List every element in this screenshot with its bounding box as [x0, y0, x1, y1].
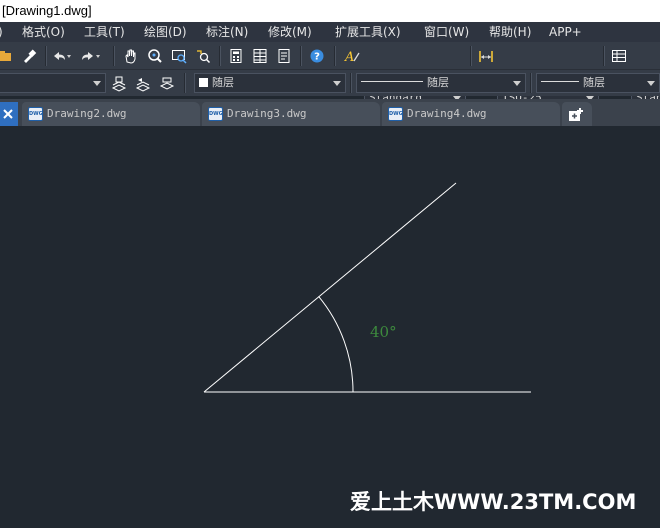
menu-window[interactable]: 窗口(W): [424, 22, 469, 42]
new-tab-button[interactable]: [562, 102, 592, 126]
lineweight-select[interactable]: 随层: [536, 73, 660, 93]
toolbar-separator: [603, 46, 605, 66]
watermark-text: 爱上土木WWW.23TM.COM: [350, 490, 637, 514]
tab-label: Drawing3.dwg: [227, 107, 307, 120]
menu-draw[interactable]: 绘图(D): [144, 22, 187, 42]
menu-help[interactable]: 帮助(H): [489, 22, 531, 42]
tab-drawing4[interactable]: DWG Drawing4.dwg: [382, 102, 560, 126]
dwg-file-icon: DWG: [208, 107, 223, 121]
file-tab-bar: DWG Drawing2.dwg DWG Drawing3.dwg DWG Dr…: [0, 99, 660, 126]
drawing-canvas[interactable]: 40°: [0, 126, 660, 528]
tab-drawing2[interactable]: DWG Drawing2.dwg: [22, 102, 200, 126]
calculator-icon[interactable]: [225, 45, 247, 67]
color-swatch: [199, 78, 208, 87]
svg-text:A: A: [344, 50, 354, 64]
properties-toolbar: 随层 随层 随层: [0, 70, 660, 96]
standard-toolbar: ? A Standard ISO-25 Stan: [0, 42, 660, 108]
linetype-select[interactable]: 随层: [356, 73, 526, 93]
layer-previous-icon[interactable]: [132, 73, 154, 95]
svg-text:?: ?: [314, 52, 320, 63]
color-value: 随层: [212, 76, 234, 89]
properties-palette-icon[interactable]: [273, 45, 295, 67]
redo-icon[interactable]: [79, 45, 101, 67]
inclined-segment[interactable]: [203, 182, 457, 393]
close-tab-icon[interactable]: [0, 102, 18, 126]
toolbar-separator: [300, 46, 302, 66]
toolbar-separator: [45, 46, 47, 66]
drawing-svg: 40°: [203, 182, 531, 393]
toolbar-separator: [219, 46, 221, 66]
tab-label: Drawing4.dwg: [407, 107, 487, 120]
table-style-icon[interactable]: [608, 45, 630, 67]
zoom-window-icon[interactable]: [168, 45, 190, 67]
pan-hand-icon[interactable]: [119, 45, 141, 67]
tab-label: Drawing2.dwg: [47, 107, 127, 120]
lineweight-value: 随层: [583, 76, 605, 89]
design-center-icon[interactable]: [249, 45, 271, 67]
title-bar: [Drawing1.dwg]: [0, 0, 660, 22]
zoom-realtime-icon[interactable]: [144, 45, 166, 67]
tab-drawing3[interactable]: DWG Drawing3.dwg: [202, 102, 380, 126]
angle-dimension-text[interactable]: 40°: [370, 323, 397, 341]
dwg-file-icon: DWG: [388, 107, 403, 121]
color-select[interactable]: 随层: [194, 73, 346, 93]
menu-tools[interactable]: 工具(T): [84, 22, 125, 42]
linetype-sample: [361, 81, 423, 82]
layer-select[interactable]: [0, 73, 106, 93]
layer-states-icon[interactable]: [156, 73, 178, 95]
menu-dimension[interactable]: 标注(N): [206, 22, 248, 42]
match-properties-icon[interactable]: [18, 45, 40, 67]
zoom-previous-icon[interactable]: [192, 45, 214, 67]
make-current-layer-icon[interactable]: [108, 73, 130, 95]
dwg-file-icon: DWG: [28, 107, 43, 121]
toolbar-separator: [470, 46, 472, 66]
text-style-icon[interactable]: A: [341, 45, 363, 67]
toolbar-separator: [350, 73, 352, 93]
menu-format[interactable]: 格式(O): [22, 22, 65, 42]
open-folder-icon[interactable]: [0, 45, 16, 67]
menu-partial-item[interactable]: ): [0, 22, 4, 42]
help-icon[interactable]: ?: [306, 45, 328, 67]
window-title: [Drawing1.dwg]: [2, 3, 92, 18]
menu-app-plus[interactable]: APP+: [549, 22, 582, 42]
linetype-value: 随层: [427, 76, 449, 89]
menu-modify[interactable]: 修改(M): [268, 22, 312, 42]
menu-bar: ) 格式(O) 工具(T) 绘图(D) 标注(N) 修改(M) 扩展工具(X) …: [0, 22, 660, 42]
menu-extended-tools[interactable]: 扩展工具(X): [335, 22, 401, 42]
toolbar-separator: [334, 46, 336, 66]
lineweight-sample: [541, 81, 579, 82]
undo-icon[interactable]: [50, 45, 72, 67]
angle-arc[interactable]: [318, 295, 354, 393]
dimension-style-icon[interactable]: [475, 45, 497, 67]
toolbar-separator: [184, 73, 186, 93]
toolbar-separator: [113, 46, 115, 66]
toolbar-separator: [530, 73, 532, 93]
